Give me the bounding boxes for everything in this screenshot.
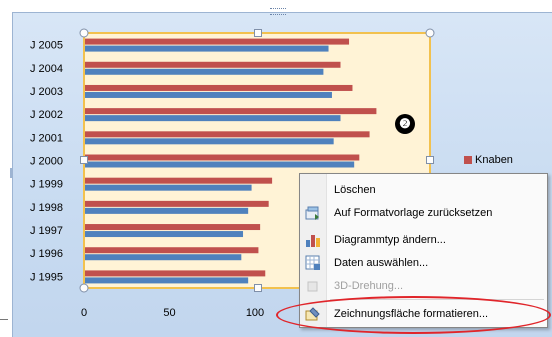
plot-area-resize-handle[interactable] xyxy=(425,28,435,38)
highlight-ellipse xyxy=(276,296,551,334)
y-tick-label: J 1999 xyxy=(30,179,63,191)
bar-series1-j1997[interactable] xyxy=(84,224,261,231)
y-tick-label: J 2000 xyxy=(30,156,63,168)
legend-label-knaben: Knaben xyxy=(475,154,513,166)
menu-item-reset-style-label: Auf Formatvorlage zurücksetzen xyxy=(334,207,493,219)
bar-series2-j1997[interactable] xyxy=(84,231,244,238)
bar-series2-j2001[interactable] xyxy=(84,138,334,145)
bar-series1-j2005[interactable] xyxy=(84,38,350,45)
plot-area-resize-handle[interactable] xyxy=(426,156,434,164)
menu-item-delete-label: Löschen xyxy=(334,184,376,196)
menu-item-3d-rotation[interactable]: 3D-Drehung... xyxy=(300,275,547,297)
bar-series2-j2003[interactable] xyxy=(84,91,332,98)
y-tick-label: J 2003 xyxy=(30,86,63,98)
y-tick-label: J 2002 xyxy=(30,109,63,121)
menu-item-change-chart-type-label: Diagrammtyp ändern... xyxy=(334,234,446,246)
chart-type-icon xyxy=(305,232,321,248)
reset-style-icon xyxy=(305,205,321,221)
plot-area-resize-handle[interactable] xyxy=(80,156,88,164)
bar-series1-j1998[interactable] xyxy=(84,200,269,207)
bar-series2-j1999[interactable] xyxy=(84,184,252,191)
plot-area-resize-handle[interactable] xyxy=(254,284,262,292)
bar-series2-j1996[interactable] xyxy=(84,254,242,261)
menu-item-select-data[interactable]: Daten auswählen... xyxy=(300,252,547,274)
menu-item-select-data-label: Daten auswählen... xyxy=(334,257,429,269)
select-data-icon xyxy=(305,255,321,271)
bar-series1-j2001[interactable] xyxy=(84,131,370,138)
bar-series1-j2002[interactable] xyxy=(84,108,377,115)
menu-item-change-chart-type[interactable]: Diagrammtyp ändern... xyxy=(300,229,547,251)
bar-series1-j1995[interactable] xyxy=(84,270,266,277)
x-tick-label: 0 xyxy=(81,307,87,319)
x-tick-label: 50 xyxy=(163,307,175,319)
3d-rotation-icon xyxy=(305,278,321,294)
y-tick-label: J 2004 xyxy=(30,63,63,75)
menu-item-3d-rotation-label: 3D-Drehung... xyxy=(334,280,404,292)
bar-series1-j1999[interactable] xyxy=(84,177,273,184)
y-tick-label: J 2005 xyxy=(30,40,63,52)
bar-series1-j2003[interactable] xyxy=(84,84,353,91)
plot-area-resize-handle[interactable] xyxy=(79,283,89,293)
legend-swatch-knaben xyxy=(464,156,472,164)
menu-item-delete[interactable]: Löschen xyxy=(300,179,547,201)
bar-series2-j2004[interactable] xyxy=(84,68,324,75)
legend[interactable]: Knaben xyxy=(464,154,513,166)
plot-area-resize-handle[interactable] xyxy=(79,28,89,38)
plot-area-resize-handle[interactable] xyxy=(254,29,262,37)
y-tick-label: J 1996 xyxy=(30,248,63,260)
bar-series1-j2004[interactable] xyxy=(84,61,341,68)
bar-series1-j1996[interactable] xyxy=(84,247,259,254)
y-tick-label: J 1998 xyxy=(30,202,63,214)
y-tick-label: J 1997 xyxy=(30,225,63,237)
x-tick-label: 100 xyxy=(246,307,264,319)
bar-series1-j2000[interactable] xyxy=(84,154,360,161)
step-marker: ❷ xyxy=(395,114,415,134)
bar-series2-j1995[interactable] xyxy=(84,277,249,284)
bar-series2-j2000[interactable] xyxy=(84,161,355,168)
menu-item-reset-style[interactable]: Auf Formatvorlage zurücksetzen xyxy=(300,202,547,224)
blank-icon xyxy=(305,182,321,198)
y-tick-label: J 1995 xyxy=(30,271,63,283)
bar-series2-j2005[interactable] xyxy=(84,45,329,52)
bar-series2-j1998[interactable] xyxy=(84,207,249,214)
y-tick-label: J 2001 xyxy=(30,132,63,144)
bar-series2-j2002[interactable] xyxy=(84,115,341,122)
